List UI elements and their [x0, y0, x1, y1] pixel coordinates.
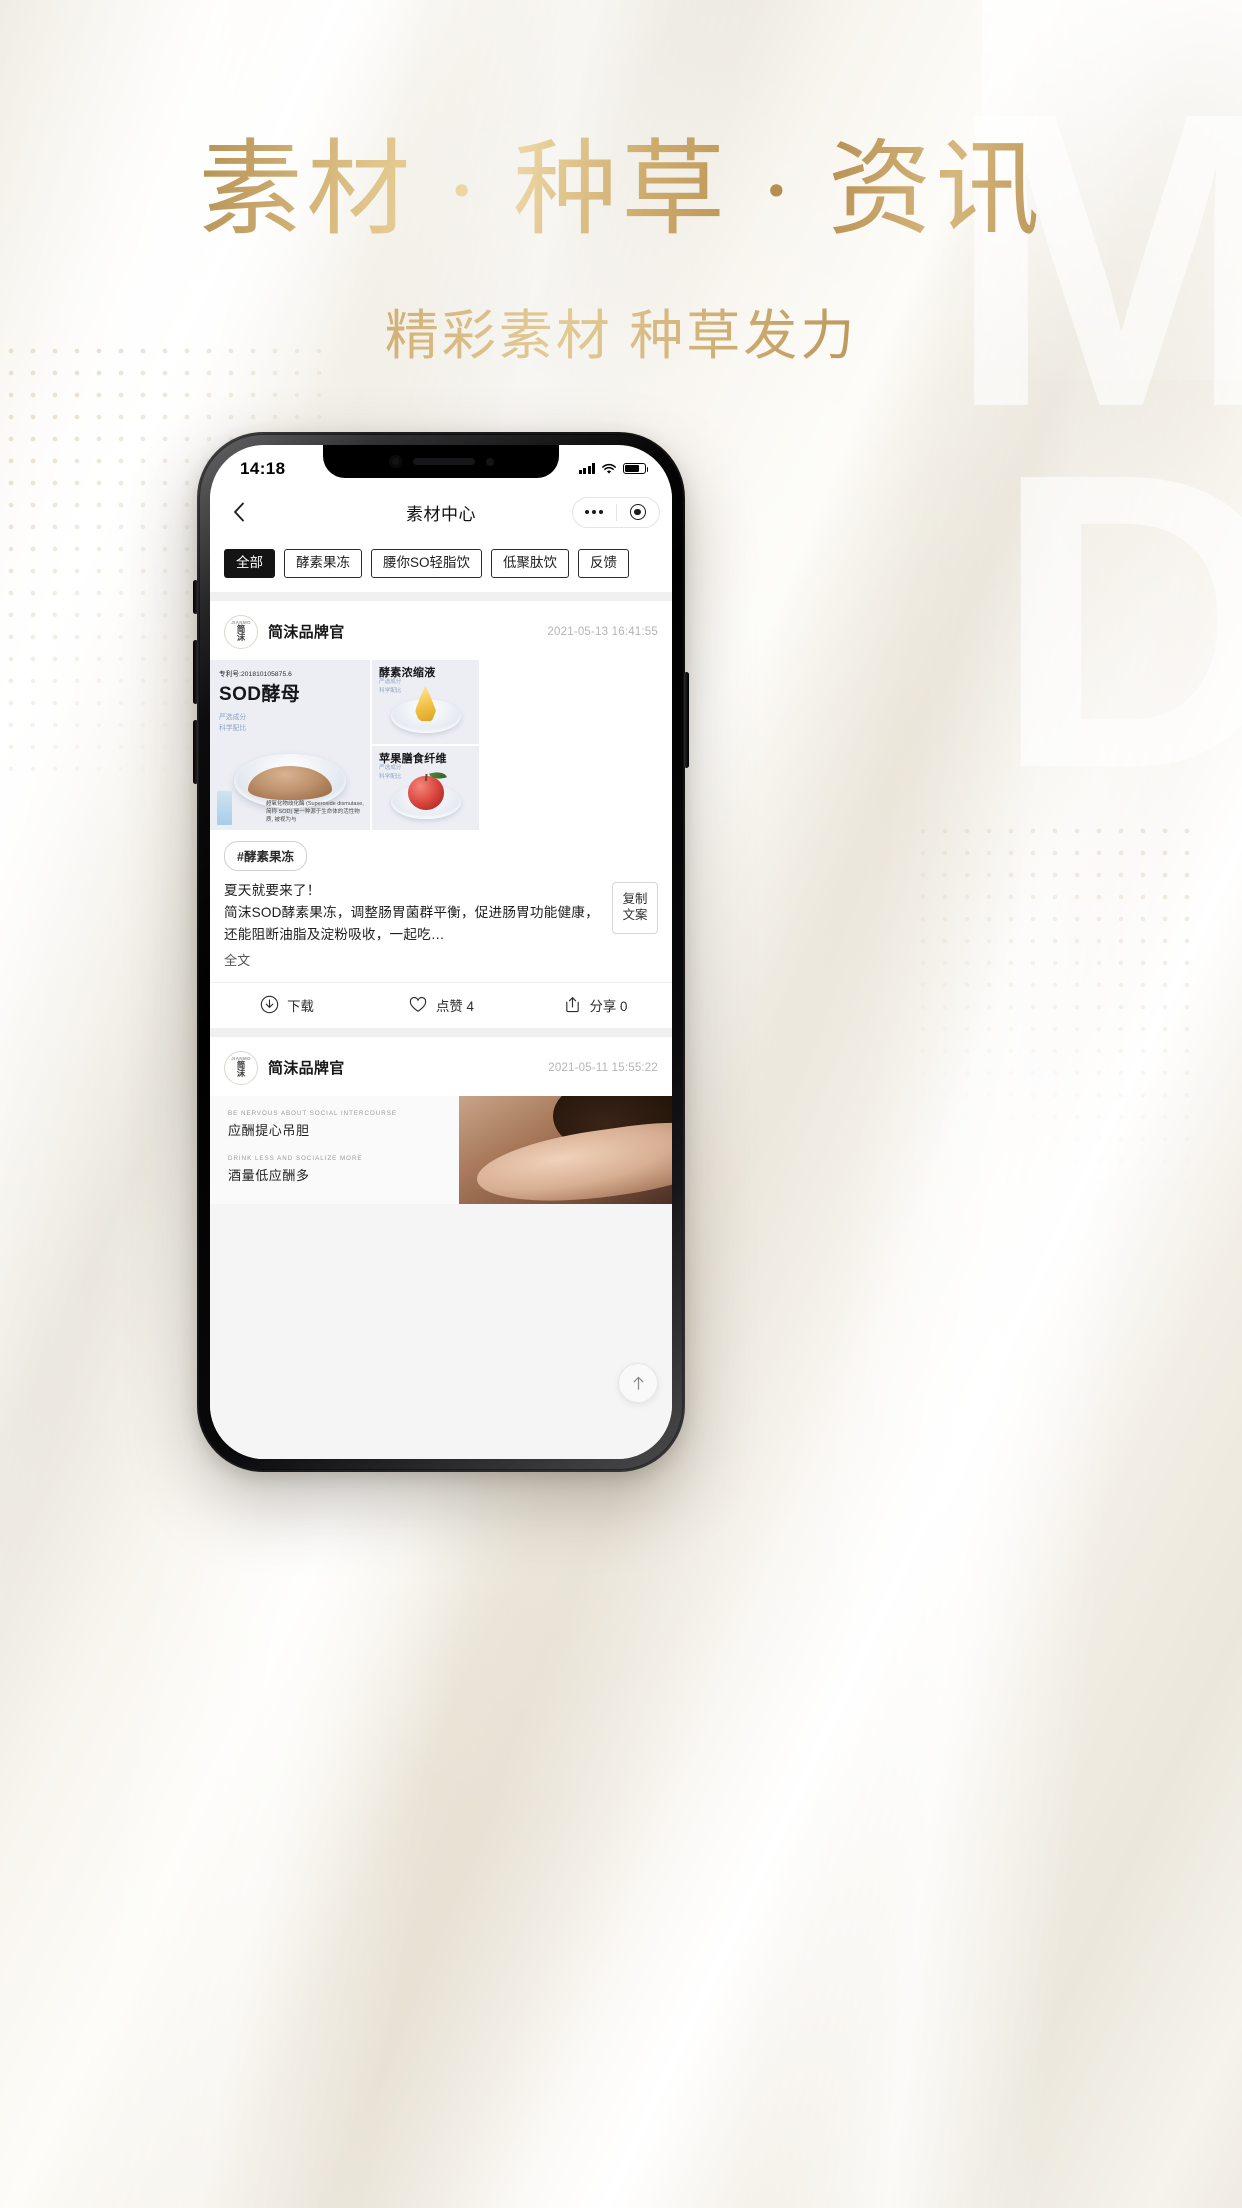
copy-caption-button[interactable]: 复制 文案 [612, 881, 658, 935]
section-divider-2 [210, 1027, 672, 1037]
scroll-to-top-icon [633, 1376, 643, 1390]
media-side-column: 酵素浓缩液 严选成分 科学配比 苹果膳食纤维 严选成分 科学配比 [372, 659, 479, 830]
media-patent-number: 专利号:201810105875.6 [219, 670, 292, 678]
share-label: 分享 0 [589, 998, 628, 1014]
filter-chip-row[interactable]: 全部 酵素果冻 腰你SO轻脂饮 低聚肽饮 反馈 [210, 535, 672, 592]
heart-icon [409, 997, 427, 1012]
status-bar-time: 14:18 [240, 458, 286, 478]
filter-chip-peptide[interactable]: 低聚肽饮 [491, 549, 570, 578]
more-dots-icon[interactable] [573, 510, 616, 514]
phone-screen: 14:18 素材中心 全部 酵素果冻 腰你SO轻脂饮 低聚肽饮 反馈 JIANM… [210, 445, 672, 1459]
avatar-initial-2: 沫 [236, 632, 246, 643]
section-divider [210, 591, 672, 601]
media-subtitle: 严选成分 科学配比 [219, 712, 246, 734]
status-bar-indicators [578, 460, 649, 475]
wechat-capsule-menu[interactable] [572, 496, 660, 528]
post-card-2[interactable]: JIANMO 简 沫 简沫品牌官 2021-05-11 15:55:22 BE … [210, 1036, 672, 1204]
hero-section: 素材 · 种草 · 资讯 精彩素材 种草发力 [0, 128, 1242, 370]
avatar-2[interactable]: JIANMO 简 沫 [224, 1050, 258, 1085]
capsule-target-icon[interactable] [616, 504, 659, 520]
post-media-2[interactable]: BE NERVOUS ABOUT SOCIAL INTERCOURSE 应酬提心… [210, 1095, 672, 1204]
phone-notch [323, 445, 559, 478]
post-action-bar: 下载 点赞 4 分享 0 [210, 981, 672, 1028]
tile-subtitle-1-line-2: 科学配比 [379, 687, 402, 694]
hero-subtitle: 精彩素材 种草发力 [0, 291, 1242, 370]
media-image-tile-1[interactable]: 酵素浓缩液 严选成分 科学配比 [372, 659, 479, 744]
media-footnote: 超氧化物歧化酶 (Superoxide dismutase, 简称 SOD) 是… [266, 800, 364, 824]
phone-volume-up-button [193, 640, 198, 704]
media-subtitle-line-1: 严选成分 [219, 713, 247, 721]
oil-drop-icon [415, 685, 436, 722]
tile-subtitle-1: 严选成分 科学配比 [379, 678, 401, 696]
post-card[interactable]: JIANMO 简 沫 简沫品牌官 2021-05-13 16:41:55 专利号… [210, 600, 672, 1028]
post-caption-text: 夏天就要来了！ 简沫SOD酵素果冻，调整肠胃菌群平衡，促进肠胃功能健康，还能阻断… [224, 882, 599, 942]
phone-volume-down-button [193, 720, 198, 784]
tile-subtitle-2-line-1: 严选成分 [379, 764, 402, 771]
app-content-scroll[interactable]: 全部 酵素果冻 腰你SO轻脂饮 低聚肽饮 反馈 JIANMO 简 沫 简沫品牌官… [210, 535, 672, 1459]
phone-power-button [684, 672, 689, 768]
download-label: 下载 [287, 998, 314, 1014]
battery-icon [623, 462, 649, 475]
post-hashtag-row: #酵素果冻 [210, 830, 672, 871]
post-author-name[interactable]: 简沫品牌官 [268, 621, 345, 642]
like-action[interactable]: 点赞 4 [364, 995, 518, 1015]
share-icon [565, 997, 579, 1013]
proximity-sensor-icon [485, 457, 494, 466]
expand-caption-link[interactable]: 全文 [210, 946, 672, 969]
like-label: 点赞 4 [436, 998, 474, 1014]
app-navigation-bar: 素材中心 [210, 489, 672, 535]
media-image-main[interactable]: 专利号:201810105875.6 SOD酵母 严选成分 科学配比 超氧化物歧… [210, 659, 370, 830]
wifi-icon [602, 463, 616, 474]
back-chevron-icon[interactable] [226, 499, 252, 525]
media-subtitle-line-2: 科学配比 [219, 724, 247, 732]
download-action[interactable]: 下载 [210, 995, 364, 1015]
post-timestamp: 2021-05-13 16:41:55 [547, 625, 658, 638]
media-2-chinese-line-2: 酒量低应酬多 [228, 1167, 310, 1183]
front-camera-icon [388, 455, 402, 468]
filter-chip-so-drink[interactable]: 腰你SO轻脂饮 [371, 549, 483, 578]
tile-subtitle-2-line-2: 科学配比 [379, 773, 402, 780]
download-icon [260, 995, 279, 1014]
tile-subtitle-1-line-1: 严选成分 [379, 678, 402, 685]
earpiece-speaker [412, 458, 475, 465]
media-2-english-line-1: BE NERVOUS ABOUT SOCIAL INTERCOURSE [228, 1109, 397, 1117]
post-header: JIANMO 简 沫 简沫品牌官 2021-05-13 16:41:55 [210, 601, 672, 660]
hero-title: 素材 · 种草 · 资讯 [0, 128, 1242, 255]
media-2-text-panel: BE NERVOUS ABOUT SOCIAL INTERCOURSE 应酬提心… [210, 1095, 460, 1204]
avatar[interactable]: JIANMO 简 沫 [224, 614, 258, 649]
phone-mute-switch [193, 580, 198, 614]
tile-subtitle-2: 严选成分 科学配比 [379, 764, 401, 782]
media-color-strip [217, 790, 232, 825]
hashtag-chip[interactable]: #酵素果冻 [224, 840, 307, 871]
scroll-to-top-button[interactable] [618, 1363, 658, 1403]
filter-chip-feedback[interactable]: 反馈 [578, 549, 630, 578]
post-header-2: JIANMO 简 沫 简沫品牌官 2021-05-11 15:55:22 [210, 1037, 672, 1096]
filter-chip-jelly[interactable]: 酵素果冻 [284, 549, 362, 578]
media-image-tile-2[interactable]: 苹果膳食纤维 严选成分 科学配比 [372, 745, 479, 830]
media-2-english-line-2: DRINK LESS AND SOCIALIZE MORE [228, 1154, 363, 1162]
post-caption-row: 夏天就要来了！ 简沫SOD酵素果冻，调整肠胃菌群平衡，促进肠胃功能健康，还能阻断… [210, 871, 672, 946]
phone-mockup: 14:18 素材中心 全部 酵素果冻 腰你SO轻脂饮 低聚肽饮 反馈 JIANM… [193, 432, 689, 1472]
filter-chip-all[interactable]: 全部 [224, 549, 275, 578]
share-action[interactable]: 分享 0 [518, 995, 672, 1015]
media-2-photo[interactable] [459, 1095, 672, 1204]
cellular-signal-icon [578, 463, 595, 474]
apple-stem-icon [424, 773, 427, 781]
media-headline: SOD酵母 [219, 683, 301, 705]
post-media-grid[interactable]: 专利号:201810105875.6 SOD酵母 严选成分 科学配比 超氧化物歧… [210, 659, 672, 830]
avatar-initial-2-2: 沫 [236, 1068, 246, 1079]
post-author-name-2[interactable]: 简沫品牌官 [268, 1057, 345, 1078]
media-2-chinese-line-1: 应酬提心吊胆 [228, 1122, 310, 1138]
post-timestamp-2: 2021-05-11 15:55:22 [548, 1061, 658, 1074]
